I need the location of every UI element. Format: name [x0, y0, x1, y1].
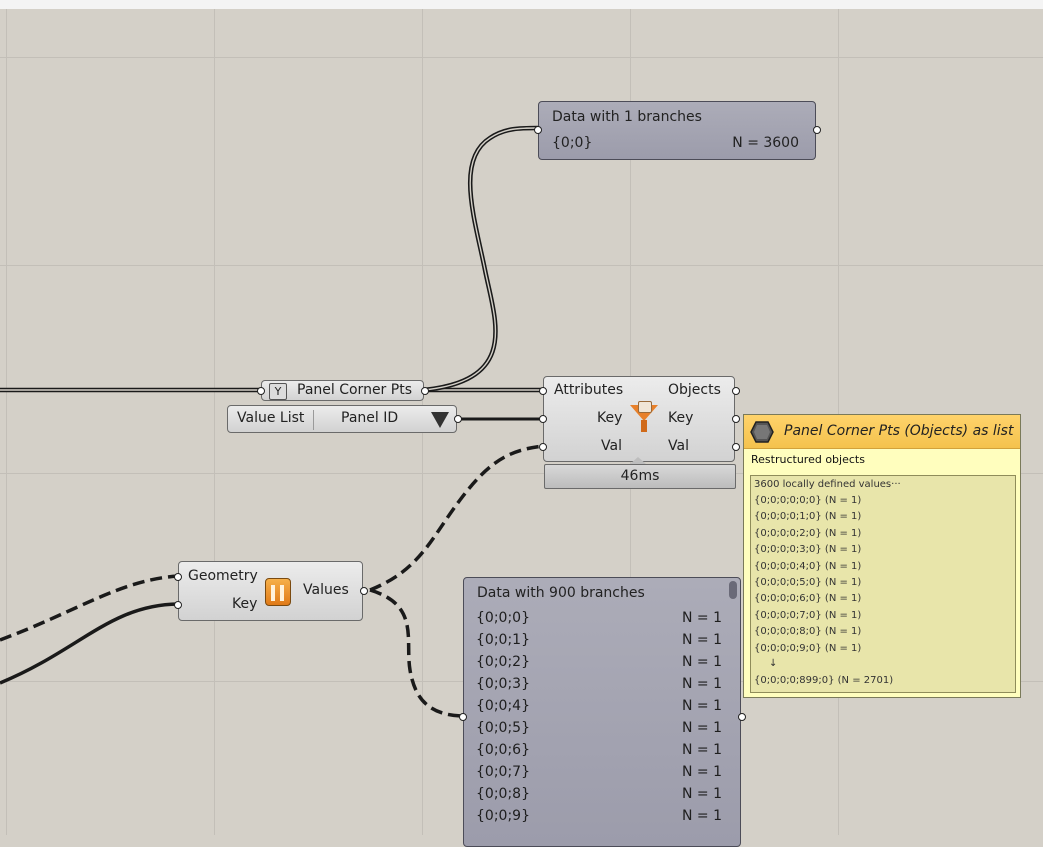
- branch-path: {0;0;6}: [476, 742, 530, 758]
- branch-path: {0;0;0}: [476, 610, 530, 626]
- input-grip[interactable]: [534, 126, 542, 134]
- funnel-badge: [638, 401, 652, 413]
- wire-into-key: [0, 602, 179, 685]
- branch-count: N = 1: [681, 698, 722, 714]
- branch-path: {0;0;8}: [476, 786, 530, 802]
- output-key: Key: [668, 410, 694, 426]
- value-list-divider: [313, 410, 314, 430]
- tooltip-value-line: {0;0;0;0;3;0} (N = 1): [754, 544, 862, 556]
- data-panel-900-branches[interactable]: Data with 900 branches {0;0;0} N = 1 {0;0;…: [459, 577, 746, 847]
- branch-count: N = 1: [681, 764, 722, 780]
- branch-count: N = 1: [681, 808, 722, 824]
- tooltip-value-line: {0;0;0;0;9;0} (N = 1): [754, 642, 862, 654]
- pointer-tab: [630, 457, 646, 464]
- funnel-stem: [641, 420, 647, 432]
- hexagon-param-icon: [750, 421, 774, 447]
- input-geometry: Geometry: [188, 568, 258, 584]
- scrollbar-thumb[interactable]: [729, 581, 737, 599]
- branch-count: N = 1: [681, 610, 722, 626]
- output-grip-val[interactable]: [732, 443, 740, 451]
- input-attributes: Attributes: [554, 382, 624, 398]
- param-label: Panel Corner Pts: [297, 382, 412, 398]
- value-list[interactable]: Value List Panel ID: [227, 405, 462, 433]
- tooltip-values-box: 3600 locally defined values··· {0;0;0;0;…: [750, 475, 1016, 693]
- wire-corner-to-top-panel: [423, 125, 539, 393]
- input-grip[interactable]: [459, 713, 467, 721]
- output-values: Values: [303, 582, 349, 598]
- branch-path: {0;0;2}: [476, 654, 530, 670]
- geometry-component[interactable]: Geometry Key Values: [174, 561, 368, 621]
- tooltip-value-line: {0;0;0;0;8;0} (N = 1): [754, 626, 862, 638]
- timing-label: 46ms: [620, 468, 660, 484]
- wire-values-to-panel900: [369, 588, 463, 718]
- tooltip-subtitle: Restructured objects: [751, 453, 865, 466]
- output-grip-values[interactable]: [360, 587, 368, 595]
- timing-bar: 46ms: [544, 464, 736, 489]
- tooltip-value-line: {0;0;0;0;2;0} (N = 1): [754, 527, 862, 539]
- input-key: Key: [232, 596, 258, 612]
- geometry-icon: [265, 578, 291, 606]
- branch-count: N = 1: [681, 654, 722, 670]
- input-grip-val[interactable]: [539, 443, 547, 451]
- tooltip-value-line: {0;0;0;0;6;0} (N = 1): [754, 593, 862, 605]
- sort-component[interactable]: Attributes Key Val Objects Key Val: [539, 376, 740, 464]
- branch-path: {0;0;7}: [476, 764, 530, 780]
- input-val: Val: [601, 438, 622, 454]
- output-val: Val: [668, 438, 689, 454]
- input-key: Key: [597, 410, 623, 426]
- output-grip[interactable]: [813, 126, 821, 134]
- output-grip-key[interactable]: [732, 415, 740, 423]
- output-grip[interactable]: [421, 387, 429, 395]
- tooltip-value-line: {0;0;0;0;7;0} (N = 1): [754, 609, 862, 621]
- tooltip-header: Panel Corner Pts (Objects) as list: [744, 415, 1020, 449]
- tooltip-panel-corner-pts: Panel Corner Pts (Objects) as list Restr…: [743, 414, 1021, 698]
- branch-path: {0;0;3}: [476, 676, 530, 692]
- panel-title: Data with 900 branches: [477, 585, 645, 601]
- input-grip-key[interactable]: [174, 601, 182, 609]
- data-panel-1-branch[interactable]: Data with 1 branches {0;0} N = 3600: [534, 101, 821, 160]
- value-list-selected[interactable]: Panel ID: [341, 410, 398, 426]
- output-grip-objects[interactable]: [732, 387, 740, 395]
- tooltip-last-line: {0;0;0;0;899;0} (N = 2701): [754, 675, 894, 686]
- branch-path: {0;0;1}: [476, 632, 530, 648]
- output-grip[interactable]: [454, 415, 462, 423]
- tooltip-title: Panel Corner Pts (Objects) as list: [784, 423, 1014, 439]
- branch-count: N = 1: [681, 632, 722, 648]
- input-grip[interactable]: [257, 387, 265, 395]
- panel-title: Data with 1 branches: [552, 109, 702, 125]
- branch-count: N = 3600: [732, 135, 799, 151]
- branch-path: {0;0;4}: [476, 698, 530, 714]
- output-grip[interactable]: [738, 713, 746, 721]
- value-list-label: Value List: [237, 410, 305, 426]
- branch-count: N = 1: [681, 742, 722, 758]
- wire-values-to-val: [369, 444, 544, 592]
- tooltip-value-line: {0;0;0;0;4;0} (N = 1): [754, 560, 862, 572]
- branch-path: {0;0}: [552, 135, 593, 151]
- param-panel-corner-pts[interactable]: Υ Panel Corner Pts: [257, 380, 429, 401]
- values-summary: 3600 locally defined values···: [754, 479, 901, 490]
- branch-count: N = 1: [681, 676, 722, 692]
- tooltip-value-line: {0;0;0;0;1;0} (N = 1): [754, 511, 862, 523]
- ellipsis-arrow-icon: ↓: [769, 658, 778, 669]
- tooltip-value-line: {0;0;0;0;5;0} (N = 1): [754, 577, 862, 588]
- input-grip-geometry[interactable]: [174, 573, 182, 581]
- branch-count: N = 1: [681, 786, 722, 802]
- input-grip-attributes[interactable]: [539, 387, 547, 395]
- output-objects: Objects: [668, 382, 721, 398]
- input-grip-key[interactable]: [539, 415, 547, 423]
- branch-path: {0;0;5}: [476, 720, 530, 736]
- param-icon: Υ: [269, 383, 287, 400]
- branch-count: N = 1: [681, 720, 722, 736]
- branch-path: {0;0;9}: [476, 808, 530, 824]
- tooltip-value-line: {0;0;0;0;0;0} (N = 1): [754, 495, 862, 506]
- dropdown-arrow-icon[interactable]: [431, 412, 449, 428]
